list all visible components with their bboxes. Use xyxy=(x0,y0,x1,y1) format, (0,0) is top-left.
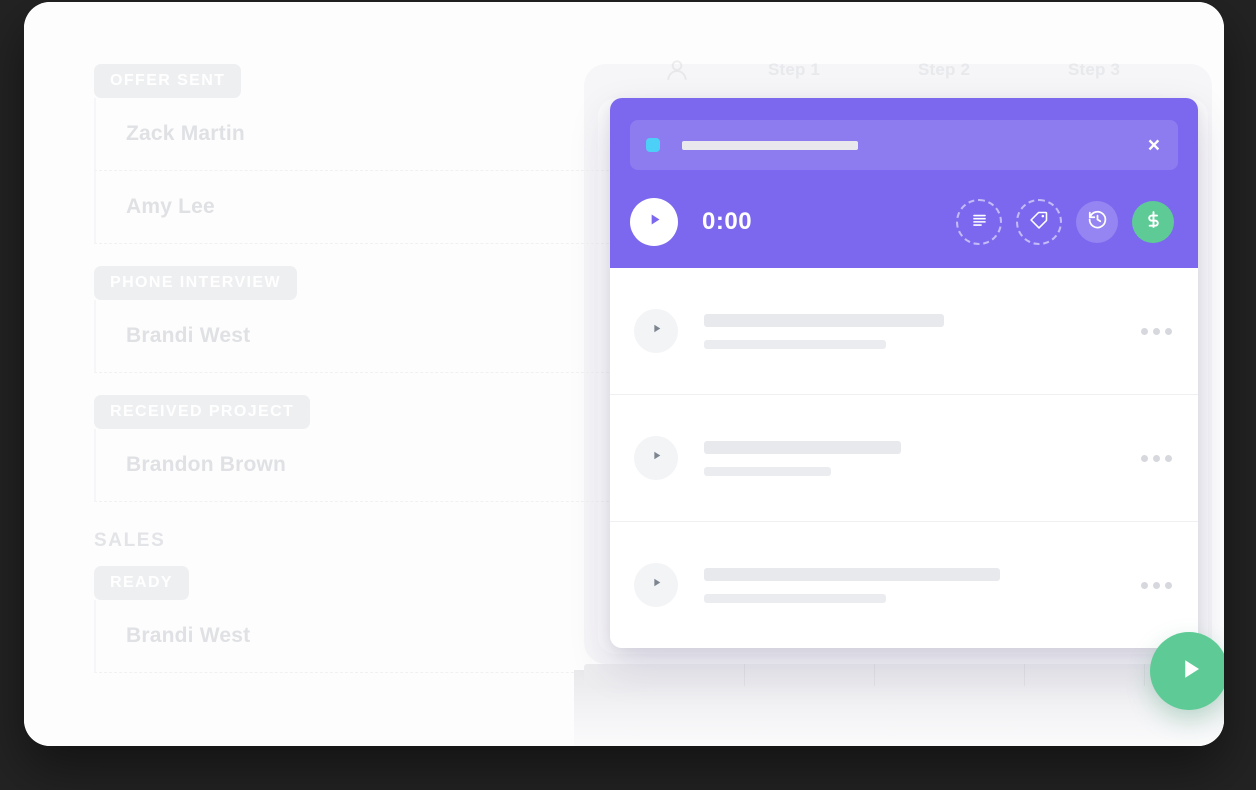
list-item[interactable] xyxy=(610,395,1198,522)
pipeline-list: OFFER SENT Zack Martin Amy Lee PHONE INT… xyxy=(94,64,624,673)
contact-name: Zack Martin xyxy=(126,122,245,145)
list-item[interactable]: Brandi West xyxy=(94,600,624,673)
history-icon xyxy=(1087,209,1108,235)
stage-ready: READY Brandi West xyxy=(94,566,624,673)
history-button[interactable] xyxy=(1076,201,1118,243)
stage-offer-sent: OFFER SENT Zack Martin Amy Lee xyxy=(94,64,624,244)
status-dot-icon xyxy=(646,138,660,152)
tag-button[interactable] xyxy=(1016,199,1062,245)
stage-chip[interactable]: READY xyxy=(94,566,190,600)
list-item[interactable]: Brandon Brown xyxy=(94,429,624,502)
play-icon xyxy=(650,449,663,467)
row-text-placeholder xyxy=(704,313,944,349)
row-text-placeholder xyxy=(704,440,901,476)
play-button[interactable] xyxy=(630,198,678,246)
tag-icon xyxy=(1029,210,1049,235)
call-recorder-modal: × 0:00 xyxy=(610,98,1198,648)
row-subtitle-bar xyxy=(704,339,886,349)
contact-name: Brandi West xyxy=(126,324,251,347)
row-play-button[interactable] xyxy=(634,309,678,353)
billing-button[interactable] xyxy=(1132,201,1174,243)
list-item[interactable]: Zack Martin xyxy=(94,98,624,171)
player-row: 0:00 xyxy=(630,198,1178,246)
close-icon[interactable]: × xyxy=(1148,135,1160,156)
stage-phone-interview: PHONE INTERVIEW Brandi West xyxy=(94,266,624,373)
row-subtitle-bar xyxy=(704,466,831,476)
app-window: Step 1 Step 2 Step 3 OFFER SENT Zack Mar… xyxy=(24,2,1224,746)
play-icon xyxy=(650,322,663,340)
list-item[interactable]: Amy Lee xyxy=(94,171,624,244)
more-options-icon[interactable] xyxy=(1141,454,1172,462)
row-title-bar xyxy=(704,313,944,327)
action-buttons xyxy=(956,199,1174,245)
row-subtitle-bar xyxy=(704,593,886,603)
play-icon xyxy=(1174,654,1204,689)
more-options-icon[interactable] xyxy=(1141,581,1172,589)
contact-name: Brandon Brown xyxy=(126,453,287,476)
play-icon xyxy=(650,576,663,594)
person-icon xyxy=(664,57,690,83)
step-label-1: Step 1 xyxy=(768,60,821,79)
dollar-icon xyxy=(1143,209,1164,235)
search-input[interactable] xyxy=(682,140,858,150)
row-title-bar xyxy=(704,567,1000,581)
row-text-placeholder xyxy=(704,567,1000,603)
floating-play-button[interactable] xyxy=(1150,632,1224,710)
contact-name: Amy Lee xyxy=(126,195,215,218)
screen: Step 1 Step 2 Step 3 OFFER SENT Zack Mar… xyxy=(0,0,1256,790)
timer-display: 0:00 xyxy=(702,208,753,235)
stage-chip[interactable]: RECEIVED PROJECT xyxy=(94,395,311,429)
stage-received-project: RECEIVED PROJECT Brandon Brown xyxy=(94,395,624,502)
row-play-button[interactable] xyxy=(634,563,678,607)
ghost-bottom-bar xyxy=(584,664,1214,686)
modal-header: × 0:00 xyxy=(610,98,1198,268)
more-options-icon[interactable] xyxy=(1141,327,1172,335)
play-icon xyxy=(646,211,663,233)
notes-button[interactable] xyxy=(956,199,1002,245)
list-item[interactable] xyxy=(610,522,1198,648)
stage-chip[interactable]: OFFER SENT xyxy=(94,64,242,98)
row-play-button[interactable] xyxy=(634,436,678,480)
search-bar[interactable]: × xyxy=(630,120,1178,170)
recording-list xyxy=(610,268,1198,648)
step-label-2: Step 2 xyxy=(918,60,971,79)
stage-chip[interactable]: PHONE INTERVIEW xyxy=(94,266,297,300)
group-title-sales: SALES xyxy=(94,530,166,551)
list-item[interactable]: Brandi West xyxy=(94,300,624,373)
notes-icon xyxy=(970,210,989,234)
list-item[interactable] xyxy=(610,268,1198,395)
contact-name: Brandi West xyxy=(126,624,251,647)
step-label-3: Step 3 xyxy=(1068,60,1121,79)
row-title-bar xyxy=(704,440,901,454)
steps-header: Step 1 Step 2 Step 3 xyxy=(664,50,1224,90)
